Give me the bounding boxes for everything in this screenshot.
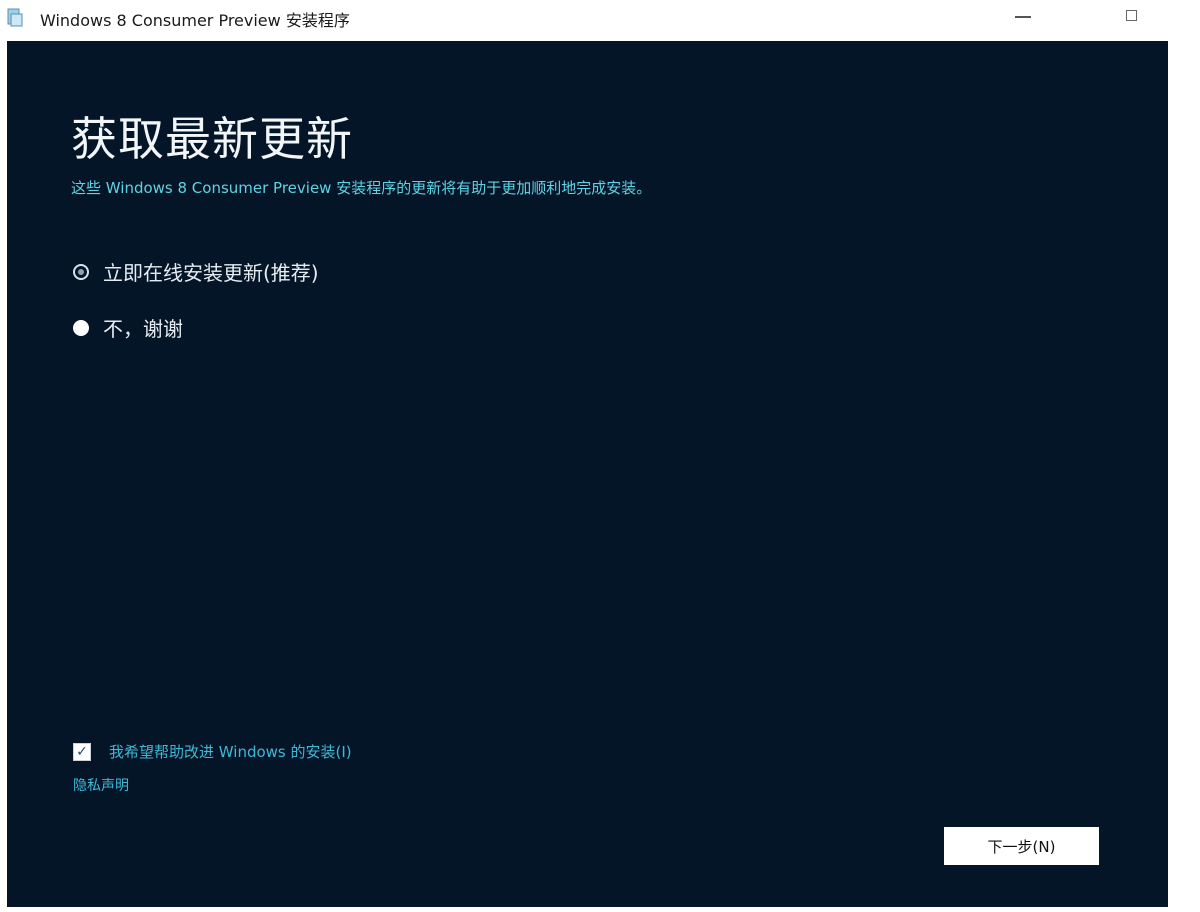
setup-content-panel: 获取最新更新 这些 Windows 8 Consumer Preview 安装程… bbox=[7, 41, 1168, 907]
setup-app-icon bbox=[6, 6, 24, 28]
improve-setup-checkbox[interactable]: ✓ bbox=[73, 742, 91, 761]
option-no-thanks-label: 不，谢谢 bbox=[103, 317, 183, 341]
title-bar: Windows 8 Consumer Preview 安装程序 bbox=[0, 0, 1200, 40]
next-button[interactable]: 下一步(N) bbox=[944, 827, 1099, 865]
option-install-updates[interactable]: 立即在线安装更新(推荐) bbox=[73, 257, 319, 286]
radio-button-no-thanks[interactable] bbox=[73, 319, 89, 336]
improve-setup-checkbox-row[interactable]: ✓ 我希望帮助改进 Windows 的安装(I) bbox=[73, 741, 352, 762]
setup-window: Windows 8 Consumer Preview 安装程序 获取最新更新 这… bbox=[0, 0, 1200, 912]
minimize-button[interactable] bbox=[1000, 0, 1046, 30]
maximize-button[interactable] bbox=[1108, 0, 1154, 30]
maximize-icon bbox=[1125, 9, 1137, 21]
improve-setup-label: 我希望帮助改进 Windows 的安装(I) bbox=[109, 743, 352, 761]
window-title: Windows 8 Consumer Preview 安装程序 bbox=[40, 11, 350, 30]
page-title: 获取最新更新 bbox=[71, 112, 353, 166]
option-install-updates-label: 立即在线安装更新(推荐) bbox=[103, 261, 319, 285]
option-no-thanks[interactable]: 不，谢谢 bbox=[73, 313, 183, 342]
page-subtitle: 这些 Windows 8 Consumer Preview 安装程序的更新将有助… bbox=[71, 179, 652, 197]
privacy-statement-link[interactable]: 隐私声明 bbox=[73, 775, 129, 795]
minimize-icon bbox=[1015, 16, 1031, 18]
radio-button-install-updates[interactable] bbox=[73, 263, 89, 280]
